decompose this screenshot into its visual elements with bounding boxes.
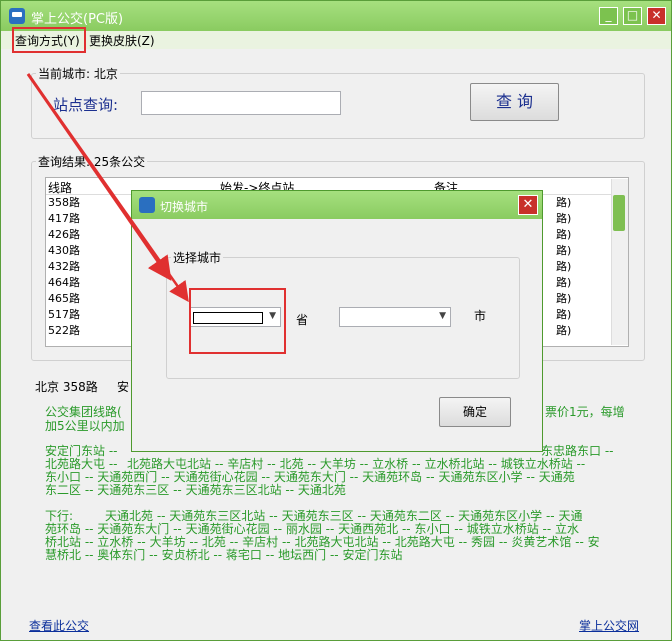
scrollbar-thumb[interactable]	[613, 195, 625, 231]
detail-line2-head: 加5公里以内加	[45, 419, 125, 433]
menu-bar: 查询方式(Y) 更换皮肤(Z)	[1, 31, 671, 49]
row-line-name: 464路	[48, 276, 80, 289]
row-note: 路)	[556, 308, 572, 321]
switch-city-dialog: 切换城市 ✕ 选择城市 ▼ 省 ▼ 市 确定	[131, 190, 543, 452]
bus-icon	[139, 197, 155, 213]
row-line-name: 517路	[48, 308, 80, 321]
row-note: 路)	[556, 276, 572, 289]
title-bar[interactable]: 掌上公交(PC版) _ □ ✕	[1, 1, 671, 31]
query-button[interactable]: 查 询	[470, 83, 559, 121]
row-line-name: 426路	[48, 228, 80, 241]
dialog-title: 切换城市	[160, 200, 209, 214]
close-button[interactable]: ✕	[647, 7, 666, 25]
highlight-box-province	[189, 288, 286, 354]
detail-header: 北京 358路	[35, 378, 98, 395]
city-select[interactable]: ▼	[339, 307, 451, 327]
window-title: 掌上公交(PC版)	[31, 12, 124, 27]
minimize-button[interactable]: _	[599, 7, 618, 25]
row-note: 路)	[556, 228, 572, 241]
row-line-name: 358路	[48, 196, 80, 209]
view-bus-link[interactable]: 查看此公交	[29, 617, 89, 634]
highlight-box-menu	[12, 27, 86, 53]
detail-line1-tail: 票价1元，每增	[545, 405, 625, 419]
city-unit-label: 市	[474, 309, 487, 323]
confirm-button[interactable]: 确定	[439, 397, 511, 427]
province-unit-label: 省	[296, 313, 309, 327]
up-line4: 东二区 -- 天通苑东三区 -- 天通苑东三区北站 -- 天通北苑	[45, 483, 346, 497]
row-line-name: 522路	[48, 324, 80, 337]
menu-change-skin[interactable]: 更换皮肤(Z)	[89, 32, 155, 49]
row-note: 路)	[556, 212, 572, 225]
station-input[interactable]	[141, 91, 341, 115]
row-line-name: 430路	[48, 244, 80, 257]
detail-city-line: 北京 358路	[35, 380, 98, 394]
row-note: 路)	[556, 292, 572, 305]
row-line-name: 465路	[48, 292, 80, 305]
bus-icon	[9, 8, 25, 24]
row-line-name: 417路	[48, 212, 80, 225]
current-city-label: 当前城市: 北京	[38, 67, 118, 81]
row-line-name: 432路	[48, 260, 80, 273]
select-city-label: 选择城市	[173, 251, 222, 265]
row-note: 路)	[556, 324, 572, 337]
down-line4: 慧桥北 -- 奥体东门 -- 安贞桥北 -- 蒋宅口 -- 地坛西门 -- 安定…	[45, 548, 403, 562]
row-note: 路)	[556, 260, 572, 273]
results-count-label: 查询结果: 25条公交	[38, 155, 146, 169]
dialog-close-button[interactable]: ✕	[518, 195, 538, 215]
detail-header-tail: 安	[117, 380, 130, 394]
station-query-label: 站点查询:	[53, 96, 119, 114]
row-note: 路)	[556, 196, 572, 209]
row-note: 路)	[556, 244, 572, 257]
dialog-title-bar[interactable]: 切换城市 ✕	[132, 191, 542, 219]
maximize-button[interactable]: □	[623, 7, 642, 25]
chevron-down-icon: ▼	[439, 311, 446, 321]
column-header-line[interactable]: 线路	[48, 179, 72, 196]
site-link[interactable]: 掌上公交网	[579, 617, 639, 634]
